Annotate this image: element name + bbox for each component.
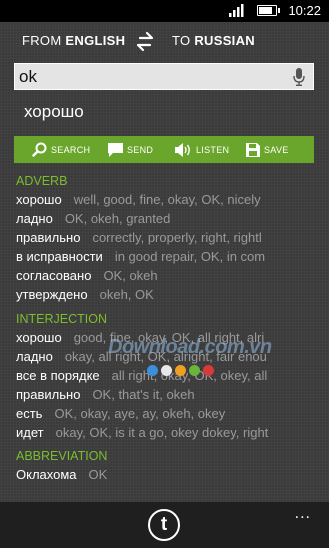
- to-language-button[interactable]: TO RUSSIAN: [172, 33, 255, 48]
- section-adverb: ADVERB хорошо well, good, fine, okay, OK,…: [16, 173, 329, 304]
- app-bar: t ...: [0, 502, 329, 548]
- to-prefix: TO: [172, 33, 191, 48]
- entry-meanings: OK, that's it, okeh: [92, 387, 195, 402]
- swap-languages-icon[interactable]: [134, 29, 156, 53]
- entry-word: утверждено: [16, 287, 88, 302]
- entry-word: все в порядке: [16, 368, 100, 383]
- list-item[interactable]: правильно OK, that's it, okeh: [16, 385, 329, 404]
- entry-word: хорошо: [16, 330, 62, 345]
- search-label: SEARCH: [51, 144, 91, 155]
- search-input[interactable]: [15, 64, 313, 89]
- section-header: INTERJECTION: [16, 312, 107, 326]
- list-item[interactable]: Оклахома OK: [16, 465, 329, 484]
- entry-meanings: well, good, fine, okay, OK, nicely: [73, 192, 261, 207]
- entry-meanings: OK, okeh: [103, 268, 158, 283]
- list-item[interactable]: в исправности in good repair, OK, in com: [16, 247, 329, 266]
- entry-word: в исправности: [16, 249, 103, 264]
- entry-word: ладно: [16, 349, 53, 364]
- list-item[interactable]: есть OK, okay, aye, ay, okeh, okey: [16, 404, 329, 423]
- floppy-disk-icon: [246, 142, 260, 157]
- entry-meanings: OK: [88, 467, 108, 482]
- more-options-button[interactable]: ...: [295, 505, 311, 523]
- entry-word: Оклахома: [16, 467, 77, 482]
- list-item[interactable]: идет okay, OK, is it a go, okey dokey, ri…: [16, 423, 329, 442]
- section-interjection: INTERJECTION хорошо good, fine, okay, OK,…: [16, 311, 329, 442]
- search-box: [14, 63, 314, 90]
- list-item[interactable]: ладно OK, okeh, granted: [16, 209, 329, 228]
- entry-word: хорошо: [16, 192, 62, 207]
- entry-word: правильно: [16, 230, 81, 245]
- primary-translation: хорошо: [24, 102, 84, 121]
- watermark-dot: [175, 365, 186, 376]
- section-header: ADVERB: [16, 174, 68, 188]
- section-abbreviation: ABBREVIATION Оклахома OK: [16, 448, 329, 484]
- battery-icon: [257, 5, 280, 16]
- list-item[interactable]: утверждено okeh, OK: [16, 285, 329, 304]
- signal-icon: [229, 4, 245, 22]
- from-language-button[interactable]: FROM ENGLISH: [22, 33, 125, 48]
- search-icon: [32, 142, 47, 157]
- entry-meanings: in good repair, OK, in com: [114, 249, 266, 264]
- save-label: SAVE: [264, 144, 289, 155]
- send-button[interactable]: SEND: [108, 136, 153, 163]
- listen-label: LISTEN: [196, 144, 230, 155]
- listen-button[interactable]: LISTEN: [175, 136, 229, 163]
- entry-word: согласовано: [16, 268, 92, 283]
- search-button[interactable]: SEARCH: [32, 136, 90, 163]
- entry-word: идет: [16, 425, 44, 440]
- send-label: SEND: [127, 144, 154, 155]
- watermark-dot: [147, 365, 158, 376]
- entry-meanings: correctly, properly, right, rightl: [92, 230, 262, 245]
- entry-meanings: OK, okay, aye, ay, okeh, okey: [54, 406, 226, 421]
- watermark: Download.com.vn: [108, 336, 272, 358]
- status-time: 10:22: [288, 3, 321, 18]
- results-list: ADVERB хорошо well, good, fine, okay, OK,…: [16, 173, 329, 484]
- from-language: ENGLISH: [65, 33, 126, 48]
- status-bar: 10:22: [0, 0, 329, 22]
- list-item[interactable]: согласовано OK, okeh: [16, 266, 329, 285]
- watermark-dot: [161, 365, 172, 376]
- message-icon: [108, 142, 123, 157]
- list-item[interactable]: все в порядке all right, okay, OK, okey, …: [16, 366, 329, 385]
- action-bar: SEARCH SEND LISTEN SAVE: [14, 136, 314, 163]
- entry-meanings: okay, OK, is it a go, okey dokey, right: [55, 425, 269, 440]
- translate-button[interactable]: t: [148, 509, 180, 541]
- entry-word: есть: [16, 406, 43, 421]
- list-item[interactable]: хорошо well, good, fine, okay, OK, nicely: [16, 190, 329, 209]
- to-language: RUSSIAN: [194, 33, 255, 48]
- watermark-dot: [189, 365, 200, 376]
- watermark-dot: [203, 365, 214, 376]
- save-button[interactable]: SAVE: [246, 136, 289, 163]
- entry-word: правильно: [16, 387, 81, 402]
- microphone-icon[interactable]: [293, 68, 305, 86]
- entry-meanings: OK, okeh, granted: [64, 211, 171, 226]
- speaker-icon: [175, 142, 190, 157]
- entry-word: ладно: [16, 211, 53, 226]
- from-prefix: FROM: [22, 33, 62, 48]
- entry-meanings: okeh, OK: [99, 287, 154, 302]
- section-header: ABBREVIATION: [16, 449, 108, 463]
- list-item[interactable]: правильно correctly, properly, right, rig…: [16, 228, 329, 247]
- language-selector: FROM ENGLISH TO RUSSIAN: [0, 29, 329, 53]
